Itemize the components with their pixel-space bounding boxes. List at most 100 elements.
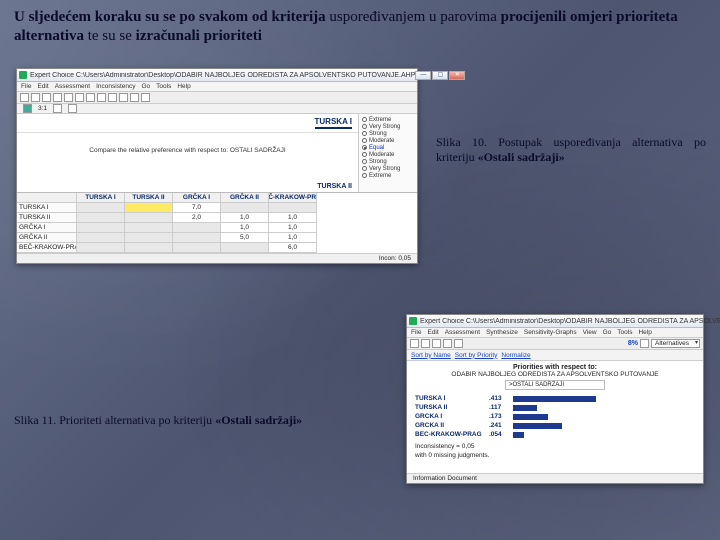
toolbar-icon[interactable] (20, 93, 29, 102)
priority-value: .241 (489, 422, 509, 429)
scale-option[interactable]: Moderate (362, 151, 414, 158)
menu-item[interactable]: Assessment (445, 329, 480, 336)
grid-cell[interactable]: 7,0 (173, 203, 221, 213)
screenshot-priorities-window: Expert Choice C:\Users\Administrator\Des… (406, 314, 704, 484)
menu-item[interactable]: File (411, 329, 421, 336)
scale-option[interactable]: Very Strong (362, 123, 414, 130)
menu-item[interactable]: Edit (427, 329, 438, 336)
priority-label: GRČKA I (415, 413, 485, 420)
menu-item[interactable]: View (583, 329, 597, 336)
grid-cell[interactable]: 1,0 (269, 213, 317, 223)
priority-label: TURSKA II (415, 404, 485, 411)
priority-value: .173 (489, 413, 509, 420)
priority-row: GRČKA I .173 (415, 412, 695, 421)
missing-judgments-text: with 0 missing judgments. (407, 452, 703, 461)
grid-cell[interactable] (173, 233, 221, 243)
screenshot-pairwise-window: Expert Choice C:\Users\Administrator\Des… (16, 68, 418, 264)
grid-cell[interactable] (173, 243, 221, 253)
grid-cell[interactable] (77, 243, 125, 253)
grid-cell[interactable] (125, 203, 173, 213)
toolbar-icon[interactable] (443, 339, 452, 348)
grid-row-header: TURSKA I (17, 203, 77, 213)
menu-item[interactable]: Help (638, 329, 651, 336)
tab-icon[interactable] (23, 104, 32, 113)
toolbar-icon[interactable] (130, 93, 139, 102)
menu-item[interactable]: Edit (37, 83, 48, 90)
toolbar-icon[interactable] (410, 339, 419, 348)
menu-item[interactable]: File (21, 83, 31, 90)
grid-cell[interactable] (269, 203, 317, 213)
scale-option[interactable]: Equal (362, 144, 414, 151)
menu-item[interactable]: Help (177, 83, 190, 90)
priority-bar (513, 396, 596, 402)
menu-item[interactable]: Tools (617, 329, 632, 336)
toolbar-icon[interactable] (141, 93, 150, 102)
menu-item[interactable]: Go (141, 83, 150, 90)
grid-cell[interactable] (125, 223, 173, 233)
priorities-title: Priorities with respect to: (407, 361, 703, 371)
priorities-subtitle: ODABIR NAJBOLJEG ODREDISTA ZA APSOLVENTS… (407, 371, 703, 380)
scale-option[interactable]: Extreme (362, 116, 414, 123)
menu-item[interactable]: Tools (156, 83, 171, 90)
toolbar-icon[interactable] (53, 93, 62, 102)
toolbar-icon[interactable] (432, 339, 441, 348)
grid-cell[interactable]: 1,0 (269, 233, 317, 243)
scale-label: Strong (369, 159, 387, 165)
menu-item[interactable]: Assessment (55, 83, 90, 90)
sort-priority-link[interactable]: Sort by Priority (455, 352, 498, 359)
grid-cell[interactable]: 5,0 (221, 233, 269, 243)
toolbar-icon[interactable] (119, 93, 128, 102)
grid-cell[interactable]: 1,0 (221, 213, 269, 223)
grid-cell[interactable]: 2,0 (173, 213, 221, 223)
menu-item[interactable]: Sensitivity-Graphs (524, 329, 577, 336)
tab-icon[interactable] (68, 104, 77, 113)
toolbar-icon[interactable] (454, 339, 463, 348)
grid-cell[interactable] (125, 213, 173, 223)
priority-bar (513, 414, 548, 420)
toolbar-icon[interactable] (31, 93, 40, 102)
grid-cell[interactable] (77, 223, 125, 233)
radio-icon (362, 166, 367, 171)
grid-cell[interactable] (77, 233, 125, 243)
toolbar-icon[interactable] (86, 93, 95, 102)
grid-cell[interactable]: 1,0 (269, 223, 317, 233)
grid-cell[interactable]: 6,0 (269, 243, 317, 253)
menu-item[interactable]: Synthesize (486, 329, 518, 336)
toolbar-icon[interactable] (42, 93, 51, 102)
normalize-link[interactable]: Normalize (501, 352, 530, 359)
toolbar-icon[interactable] (421, 339, 430, 348)
minimize-button[interactable]: — (415, 71, 431, 80)
scale-option[interactable]: Very Strong (362, 165, 414, 172)
grid-col-header: TURSKA II (125, 193, 173, 203)
grid-cell[interactable] (125, 233, 173, 243)
grid-cell[interactable]: 1,0 (221, 223, 269, 233)
toolbar-icon[interactable] (64, 93, 73, 102)
scale-option[interactable]: Strong (362, 158, 414, 165)
toolbar-icon[interactable] (75, 93, 84, 102)
scale-option[interactable]: Moderate (362, 137, 414, 144)
grid-cell[interactable] (221, 203, 269, 213)
compare-prompt: Compare the relative preference with res… (17, 133, 358, 168)
grid-cell[interactable] (77, 213, 125, 223)
priority-bars: TURSKA I.413TURSKA II.117GRČKA I.173GRČK… (407, 392, 703, 441)
scale-option[interactable]: Extreme (362, 172, 414, 179)
close-button[interactable]: ✕ (449, 71, 465, 80)
scale-option[interactable]: Strong (362, 130, 414, 137)
figure-caption-10: Slika 10. Postupak uspoređivanja alterna… (436, 135, 706, 165)
menu-bar: File Edit Assessment Synthesize Sensitivity-… (407, 328, 703, 338)
toolbar-icon[interactable] (97, 93, 106, 102)
status-bar: Information Document (407, 473, 703, 483)
node-dropdown[interactable]: Alternatives (651, 339, 700, 348)
tab-icon[interactable] (53, 104, 62, 113)
grid-cell[interactable] (125, 243, 173, 253)
grid-cell[interactable] (77, 203, 125, 213)
grid-row-header: GRČKA I (17, 223, 77, 233)
grid-cell[interactable] (221, 243, 269, 253)
toolbar-icon[interactable] (640, 339, 649, 348)
menu-item[interactable]: Inconsistency (96, 83, 135, 90)
menu-item[interactable]: Go (603, 329, 612, 336)
grid-cell[interactable] (173, 223, 221, 233)
maximize-button[interactable]: ▢ (432, 71, 448, 80)
toolbar-icon[interactable] (108, 93, 117, 102)
sort-name-link[interactable]: Sort by Name (411, 352, 451, 359)
